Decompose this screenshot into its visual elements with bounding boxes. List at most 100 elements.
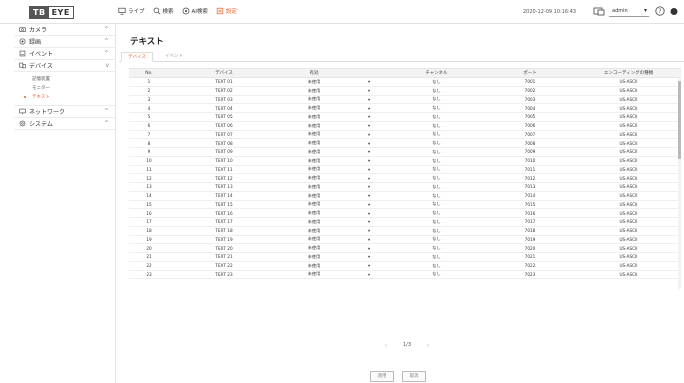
cell-port[interactable]: 7007 bbox=[484, 130, 576, 140]
table-row[interactable]: 19 TEXT 19 未使用 ▾ なし 7019 US-ASCII bbox=[129, 235, 681, 245]
cell-port[interactable]: 7020 bbox=[484, 243, 576, 253]
next-page-button[interactable]: › bbox=[427, 342, 429, 349]
cell-encoding[interactable]: US-ASCII bbox=[576, 165, 681, 175]
table-row[interactable]: 12 TEXT 12 未使用 ▾ なし 7012 US-ASCII bbox=[129, 173, 681, 183]
table-row[interactable]: 18 TEXT 18 未使用 ▾ なし 7018 US-ASCII bbox=[129, 226, 681, 236]
cell-enabled[interactable]: 未使用 bbox=[279, 252, 349, 262]
tab-device[interactable]: デバイス bbox=[121, 52, 153, 62]
cell-enabled[interactable]: 未使用 bbox=[279, 243, 349, 253]
cell-enabled[interactable]: 未使用 bbox=[279, 261, 349, 271]
apply-button[interactable]: 適用 bbox=[370, 371, 394, 382]
cell-channel[interactable]: なし bbox=[389, 182, 484, 192]
sidebar-item-camera[interactable]: カメラ ^ bbox=[14, 24, 115, 36]
cell-port[interactable]: 7009 bbox=[484, 147, 576, 157]
cell-port[interactable]: 7012 bbox=[484, 173, 576, 183]
display-layout-icon[interactable] bbox=[593, 6, 605, 17]
cell-channel[interactable]: なし bbox=[389, 217, 484, 227]
cell-enabled-dropdown[interactable]: ▾ bbox=[349, 217, 389, 227]
cell-port[interactable]: 7004 bbox=[484, 103, 576, 113]
cell-enabled-dropdown[interactable]: ▾ bbox=[349, 112, 389, 122]
cell-enabled-dropdown[interactable]: ▾ bbox=[349, 261, 389, 271]
cell-channel[interactable]: なし bbox=[389, 200, 484, 210]
help-icon[interactable]: ? bbox=[655, 6, 665, 16]
cell-enabled-dropdown[interactable]: ▾ bbox=[349, 243, 389, 253]
cell-enabled-dropdown[interactable]: ▾ bbox=[349, 252, 389, 262]
cell-enabled[interactable]: 未使用 bbox=[279, 77, 349, 87]
cell-enabled-dropdown[interactable]: ▾ bbox=[349, 191, 389, 201]
cell-encoding[interactable]: US-ASCII bbox=[576, 191, 681, 201]
table-row[interactable]: 3 TEXT 03 未使用 ▾ なし 7003 US-ASCII bbox=[129, 95, 681, 105]
sidebar-item-device[interactable]: デバイス v bbox=[14, 60, 115, 72]
table-row[interactable]: 10 TEXT 10 未使用 ▾ なし 7010 US-ASCII bbox=[129, 156, 681, 166]
cell-channel[interactable]: なし bbox=[389, 252, 484, 262]
cell-enabled-dropdown[interactable]: ▾ bbox=[349, 182, 389, 192]
table-row[interactable]: 9 TEXT 09 未使用 ▾ なし 7009 US-ASCII bbox=[129, 147, 681, 157]
cell-encoding[interactable]: US-ASCII bbox=[576, 95, 681, 105]
cell-encoding[interactable]: US-ASCII bbox=[576, 112, 681, 122]
table-row[interactable]: 11 TEXT 11 未使用 ▾ なし 7011 US-ASCII bbox=[129, 165, 681, 175]
cell-port[interactable]: 7017 bbox=[484, 217, 576, 227]
tab-event[interactable]: イベント bbox=[159, 52, 189, 62]
cell-enabled-dropdown[interactable]: ▾ bbox=[349, 95, 389, 105]
cell-encoding[interactable]: US-ASCII bbox=[576, 77, 681, 87]
cell-port[interactable]: 7001 bbox=[484, 77, 576, 87]
sidebar-subitem-text[interactable]: テキスト bbox=[14, 92, 115, 101]
cell-port[interactable]: 7014 bbox=[484, 191, 576, 201]
table-row[interactable]: 15 TEXT 15 未使用 ▾ なし 7015 US-ASCII bbox=[129, 200, 681, 210]
cell-enabled-dropdown[interactable]: ▾ bbox=[349, 226, 389, 236]
cell-port[interactable]: 7003 bbox=[484, 95, 576, 105]
table-row[interactable]: 1 TEXT 01 未使用 ▾ なし 7001 US-ASCII bbox=[129, 77, 681, 87]
cell-channel[interactable]: なし bbox=[389, 226, 484, 236]
cell-enabled[interactable]: 未使用 bbox=[279, 217, 349, 227]
cell-port[interactable]: 7008 bbox=[484, 138, 576, 148]
user-dropdown[interactable]: admin ▾ bbox=[609, 6, 649, 17]
sidebar-item-record[interactable]: 録画 ^ bbox=[14, 36, 115, 48]
table-row[interactable]: 17 TEXT 17 未使用 ▾ なし 7017 US-ASCII bbox=[129, 217, 681, 227]
cell-enabled-dropdown[interactable]: ▾ bbox=[349, 86, 389, 96]
cell-enabled[interactable]: 未使用 bbox=[279, 147, 349, 157]
cell-enabled[interactable]: 未使用 bbox=[279, 138, 349, 148]
cell-enabled-dropdown[interactable]: ▾ bbox=[349, 173, 389, 183]
cell-port[interactable]: 7011 bbox=[484, 165, 576, 175]
cell-port[interactable]: 7019 bbox=[484, 235, 576, 245]
cell-enabled-dropdown[interactable]: ▾ bbox=[349, 208, 389, 218]
cell-encoding[interactable]: US-ASCII bbox=[576, 121, 681, 131]
cell-enabled[interactable]: 未使用 bbox=[279, 270, 349, 280]
cell-enabled[interactable]: 未使用 bbox=[279, 200, 349, 210]
cell-enabled-dropdown[interactable]: ▾ bbox=[349, 165, 389, 175]
table-row[interactable]: 21 TEXT 21 未使用 ▾ なし 7021 US-ASCII bbox=[129, 252, 681, 262]
cell-enabled-dropdown[interactable]: ▾ bbox=[349, 121, 389, 131]
cell-encoding[interactable]: US-ASCII bbox=[576, 156, 681, 166]
cell-enabled-dropdown[interactable]: ▾ bbox=[349, 270, 389, 280]
prev-page-button[interactable]: ‹ bbox=[385, 342, 387, 349]
cell-encoding[interactable]: US-ASCII bbox=[576, 182, 681, 192]
cell-channel[interactable]: なし bbox=[389, 173, 484, 183]
cell-encoding[interactable]: US-ASCII bbox=[576, 200, 681, 210]
table-row[interactable]: 20 TEXT 20 未使用 ▾ なし 7020 US-ASCII bbox=[129, 243, 681, 253]
cell-channel[interactable]: なし bbox=[389, 165, 484, 175]
cell-enabled[interactable]: 未使用 bbox=[279, 191, 349, 201]
cell-encoding[interactable]: US-ASCII bbox=[576, 217, 681, 227]
cell-enabled[interactable]: 未使用 bbox=[279, 208, 349, 218]
cell-channel[interactable]: なし bbox=[389, 261, 484, 271]
cell-channel[interactable]: なし bbox=[389, 208, 484, 218]
cell-enabled[interactable]: 未使用 bbox=[279, 130, 349, 140]
table-row[interactable]: 14 TEXT 14 未使用 ▾ なし 7014 US-ASCII bbox=[129, 191, 681, 201]
cell-port[interactable]: 7010 bbox=[484, 156, 576, 166]
cell-enabled-dropdown[interactable]: ▾ bbox=[349, 147, 389, 157]
cell-encoding[interactable]: US-ASCII bbox=[576, 103, 681, 113]
cell-enabled-dropdown[interactable]: ▾ bbox=[349, 103, 389, 113]
cell-port[interactable]: 7023 bbox=[484, 270, 576, 280]
table-row[interactable]: 16 TEXT 16 未使用 ▾ なし 7016 US-ASCII bbox=[129, 208, 681, 218]
cell-enabled-dropdown[interactable]: ▾ bbox=[349, 77, 389, 87]
cell-channel[interactable]: なし bbox=[389, 112, 484, 122]
cell-encoding[interactable]: US-ASCII bbox=[576, 147, 681, 157]
table-row[interactable]: 2 TEXT 02 未使用 ▾ なし 7002 US-ASCII bbox=[129, 86, 681, 96]
cell-enabled-dropdown[interactable]: ▾ bbox=[349, 235, 389, 245]
cell-channel[interactable]: なし bbox=[389, 156, 484, 166]
nav-search[interactable]: 検索 bbox=[153, 7, 174, 15]
cell-encoding[interactable]: US-ASCII bbox=[576, 130, 681, 140]
cell-enabled-dropdown[interactable]: ▾ bbox=[349, 130, 389, 140]
table-row[interactable]: 8 TEXT 08 未使用 ▾ なし 7008 US-ASCII bbox=[129, 138, 681, 148]
cell-encoding[interactable]: US-ASCII bbox=[576, 252, 681, 262]
